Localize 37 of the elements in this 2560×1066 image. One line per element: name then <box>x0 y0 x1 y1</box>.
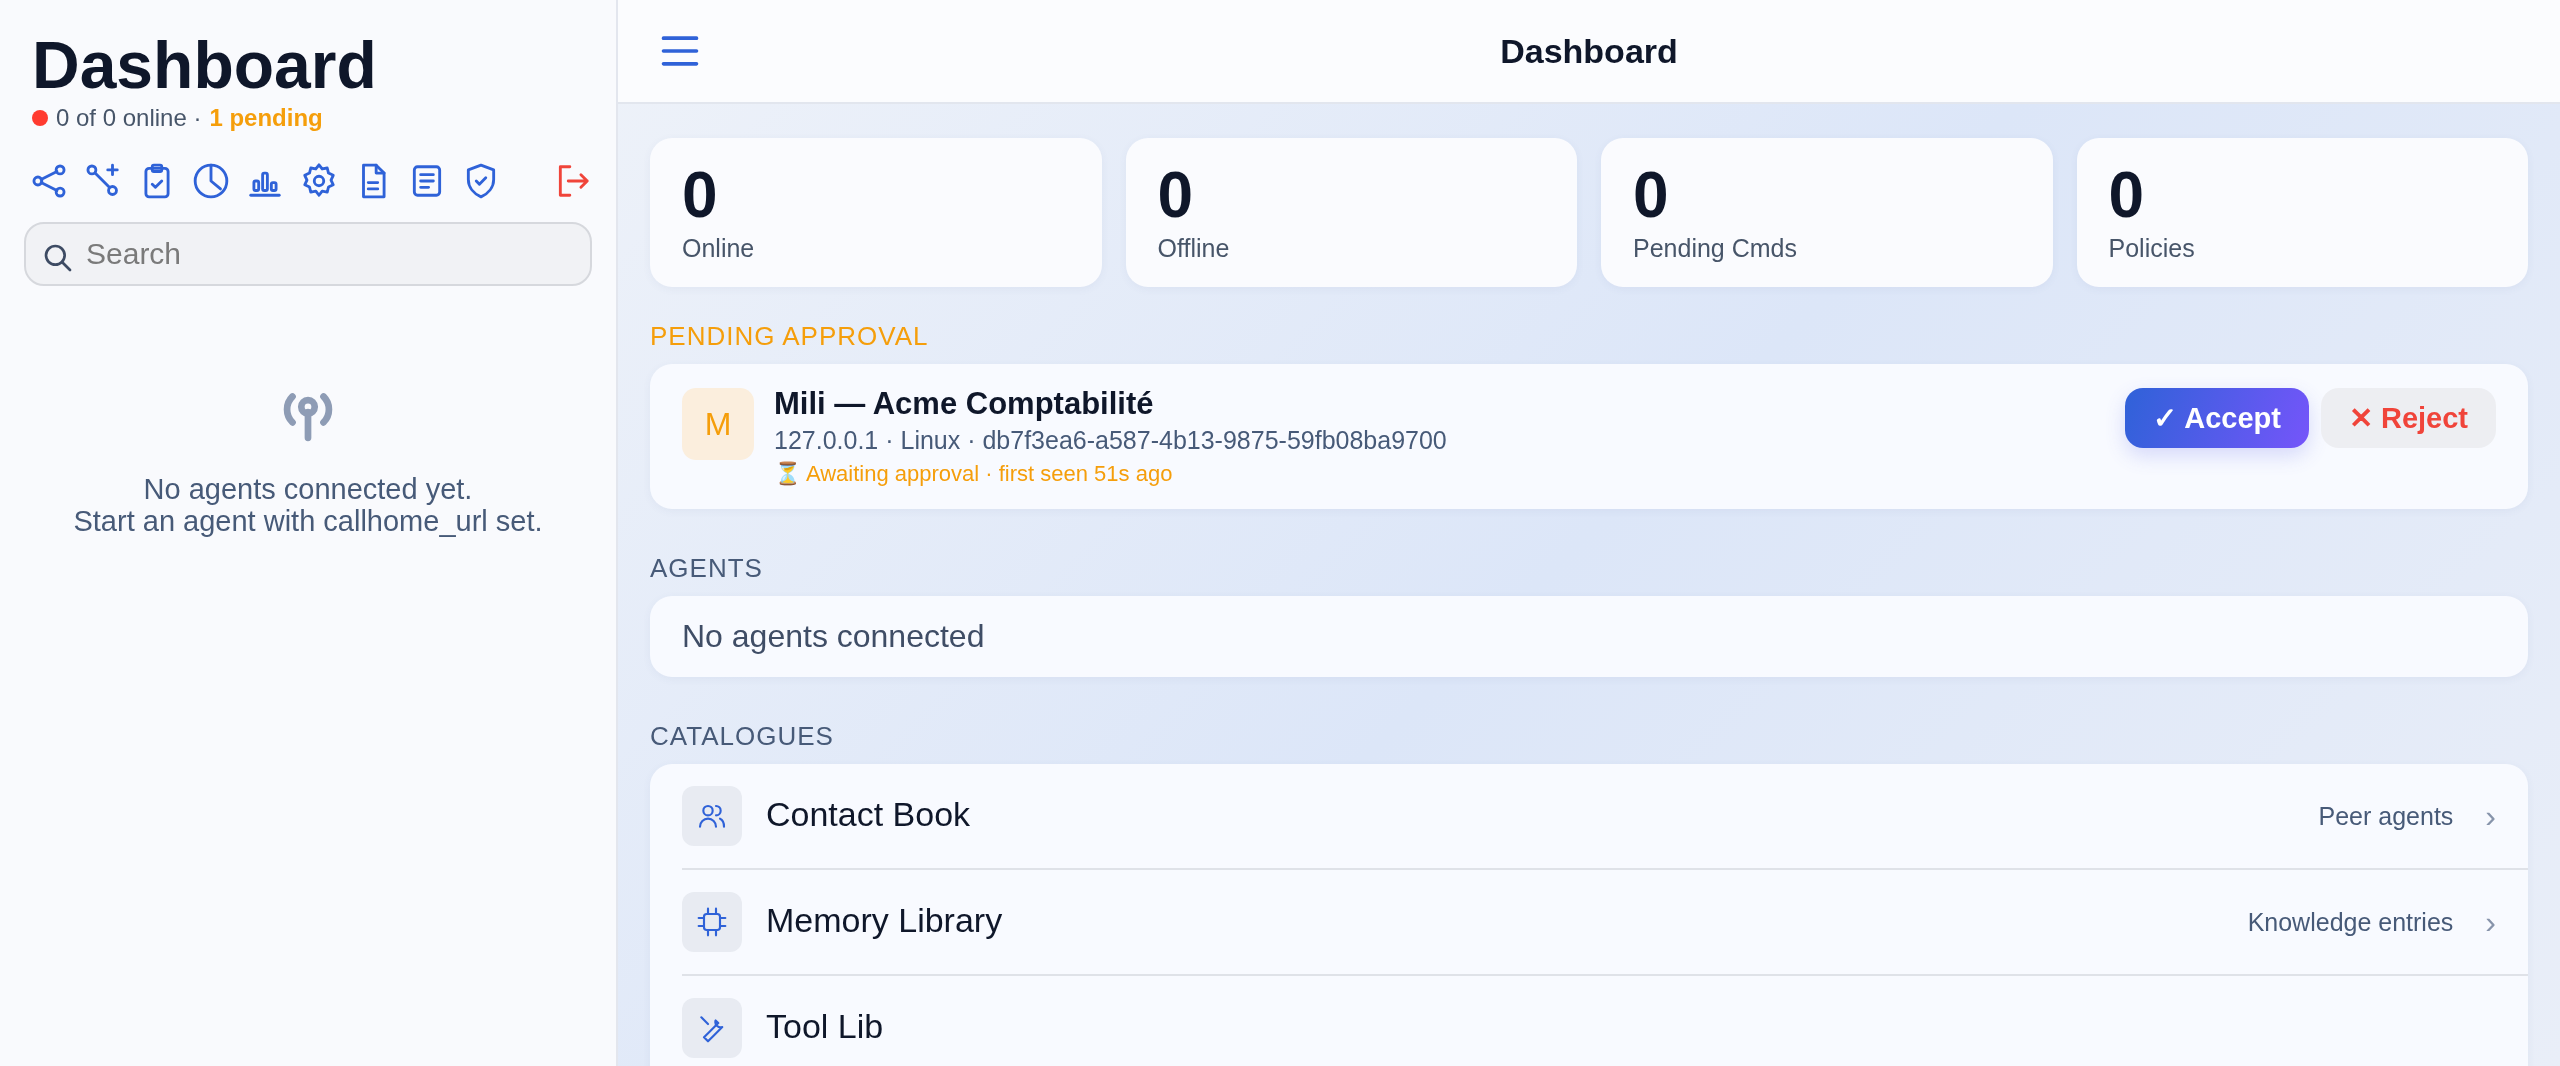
chevron-icon: › <box>2485 903 2496 941</box>
header-title: Dashboard <box>1500 31 1678 71</box>
sidebar-title: Dashboard <box>32 28 378 104</box>
approval-status: ⏳ Awaiting approval · first seen 51s ago <box>774 461 1174 488</box>
section-heading: CATALOGUES <box>650 721 835 753</box>
catalogue-title: Contact Book <box>766 797 971 832</box>
agent-avatar: M <box>682 388 754 461</box>
search-field[interactable]: Search <box>24 221 592 286</box>
stat-label: Policies <box>2108 234 2196 264</box>
section-heading: AGENTS <box>650 553 764 585</box>
empty-agents-text: No agents connected <box>682 618 985 655</box>
chevron-icon: › <box>2485 797 2496 835</box>
agent-name: Mili — Acme Comptabilité <box>774 386 1155 423</box>
stat-label: Online <box>682 234 756 264</box>
online-summary: 0 of 0 online · <box>56 103 202 132</box>
section-heading: PENDING APPROVAL <box>650 321 930 353</box>
catalogue-title: Memory Library <box>766 903 1003 938</box>
stat-value: 0 <box>682 160 719 231</box>
settings-icon[interactable] <box>300 161 338 200</box>
catalogue-subtitle: Knowledge entries <box>2247 907 2454 937</box>
stat-label: Offline <box>1157 234 1231 264</box>
catalogue-item[interactable]: Memory Library Knowledge entries › <box>682 870 2528 977</box>
empty-state-text: Start an agent with callhome_url set. <box>73 505 543 538</box>
stat-label: Pending Cmds <box>1633 234 1798 264</box>
catalogue-item[interactable]: Contact Book Peer agents › <box>682 764 2528 871</box>
stat-value: 0 <box>2108 160 2146 231</box>
stat-value: 0 <box>1633 160 1670 231</box>
empty-state-text: No agents connected yet. <box>143 473 473 506</box>
accept-button[interactable]: ✓ Accept <box>2125 388 2309 449</box>
pending-count: 1 pending <box>209 103 323 132</box>
stat-value: 0 <box>1157 160 1195 231</box>
catalogue-item[interactable]: Tool Lib <box>682 976 2528 1066</box>
agent-meta: 127.0.0.1 · Linux · db7f3ea6-a587-4b13-9875-59fb08ba9700 <box>774 426 1448 456</box>
catalogue-title: Tool Lib <box>766 1009 884 1044</box>
chip-icon <box>696 906 728 939</box>
pie-chart-icon[interactable] <box>192 161 230 200</box>
catalogue-subtitle: Peer agents <box>2318 801 2454 831</box>
